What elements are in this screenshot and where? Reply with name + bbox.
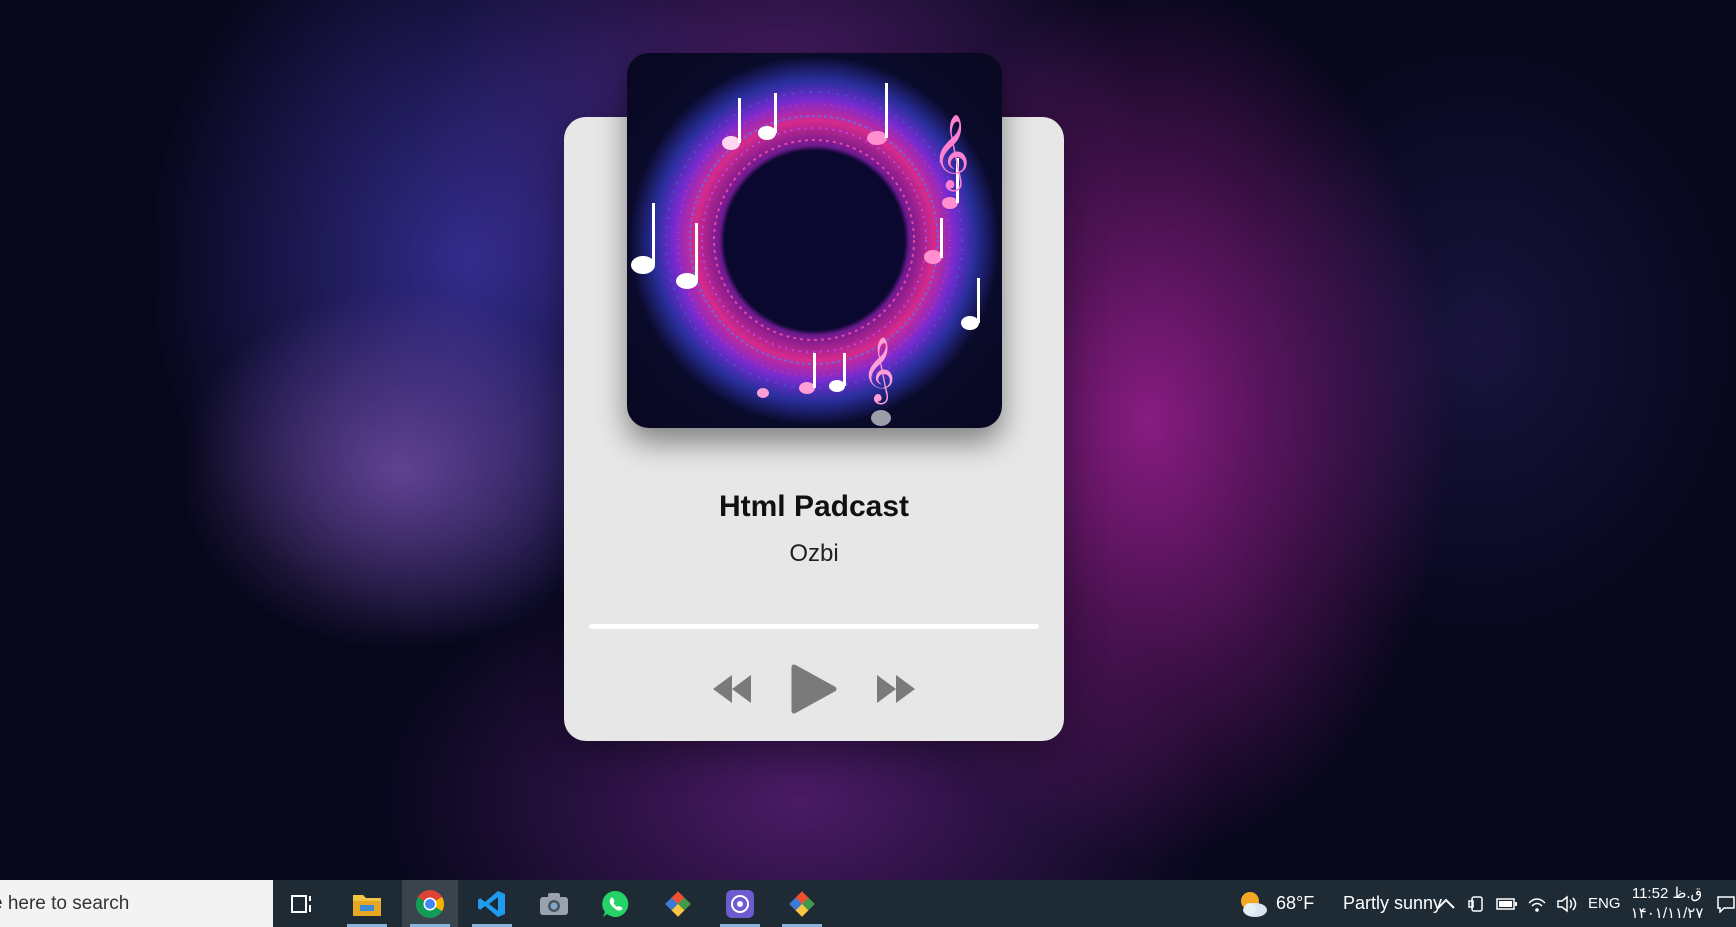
- svg-text:𝄞: 𝄞: [932, 115, 970, 192]
- chrome-button[interactable]: [402, 880, 458, 927]
- vscode-button[interactable]: [464, 880, 520, 927]
- album-cover: 𝄞 𝄞: [627, 53, 1002, 428]
- partly-sunny-icon: [1241, 891, 1267, 917]
- battery-icon: [1496, 897, 1517, 910]
- track-artist: Ozbi: [789, 540, 839, 567]
- chrome-icon: [416, 889, 444, 918]
- task-view-button[interactable]: [275, 880, 331, 927]
- taskbar-search-box[interactable]: e here to search: [0, 880, 273, 927]
- file-explorer-button[interactable]: [339, 880, 395, 927]
- vscode-icon: [478, 890, 505, 917]
- whatsapp-icon: [602, 890, 629, 917]
- device-icon: [1468, 895, 1483, 912]
- play-icon: [791, 664, 837, 714]
- wifi-button[interactable]: [1522, 880, 1552, 927]
- git-button-2[interactable]: [774, 880, 830, 927]
- music-notes-artwork: 𝄞 𝄞: [631, 83, 980, 426]
- fast-forward-button[interactable]: [875, 673, 917, 705]
- git-icon: [665, 890, 691, 917]
- play-button[interactable]: [790, 663, 838, 715]
- weather-button[interactable]: [1225, 880, 1281, 927]
- task-view-icon: [291, 894, 311, 913]
- battery-button[interactable]: [1492, 880, 1522, 927]
- progress-bar[interactable]: [589, 624, 1039, 629]
- weather-description: Partly sunny: [1343, 893, 1443, 913]
- taskbar: e here to search 68°F Partly sunny ENG 1…: [0, 880, 1736, 927]
- camera-icon: [540, 892, 568, 915]
- clock[interactable]: 11:52 ق.ظ ۱۴۰۱/۱۱/۲۷: [1628, 884, 1706, 924]
- track-title: Html Padcast: [718, 490, 910, 523]
- file-explorer-icon: [353, 894, 381, 916]
- fast-forward-icon: [877, 675, 915, 703]
- chevron-up-icon: [1437, 898, 1455, 909]
- notification-icon: [1717, 895, 1735, 913]
- svg-text:𝄞: 𝄞: [862, 337, 895, 404]
- wifi-icon: [1528, 897, 1546, 912]
- volume-button[interactable]: [1552, 880, 1582, 927]
- show-hidden-icons-button[interactable]: [1430, 880, 1462, 927]
- git-button[interactable]: [650, 880, 706, 927]
- rewind-icon: [713, 675, 751, 703]
- clock-time: 11:52 ق.ظ: [1631, 885, 1703, 902]
- notifications-button[interactable]: [1716, 880, 1736, 927]
- language-indicator[interactable]: ENG: [1588, 880, 1621, 927]
- app-icon: [726, 889, 754, 918]
- weather-temperature: 68°F: [1276, 893, 1315, 913]
- rewind-button[interactable]: [711, 673, 753, 705]
- search-placeholder: e here to search: [0, 893, 130, 914]
- clock-date: ۱۴۰۱/۱۱/۲۷: [1630, 905, 1704, 922]
- git-icon: [789, 890, 815, 917]
- app-button[interactable]: [712, 880, 768, 927]
- whatsapp-button[interactable]: [588, 880, 644, 927]
- volume-icon: [1557, 894, 1577, 913]
- meet-now-button[interactable]: [1462, 880, 1492, 927]
- camera-button[interactable]: [526, 880, 582, 927]
